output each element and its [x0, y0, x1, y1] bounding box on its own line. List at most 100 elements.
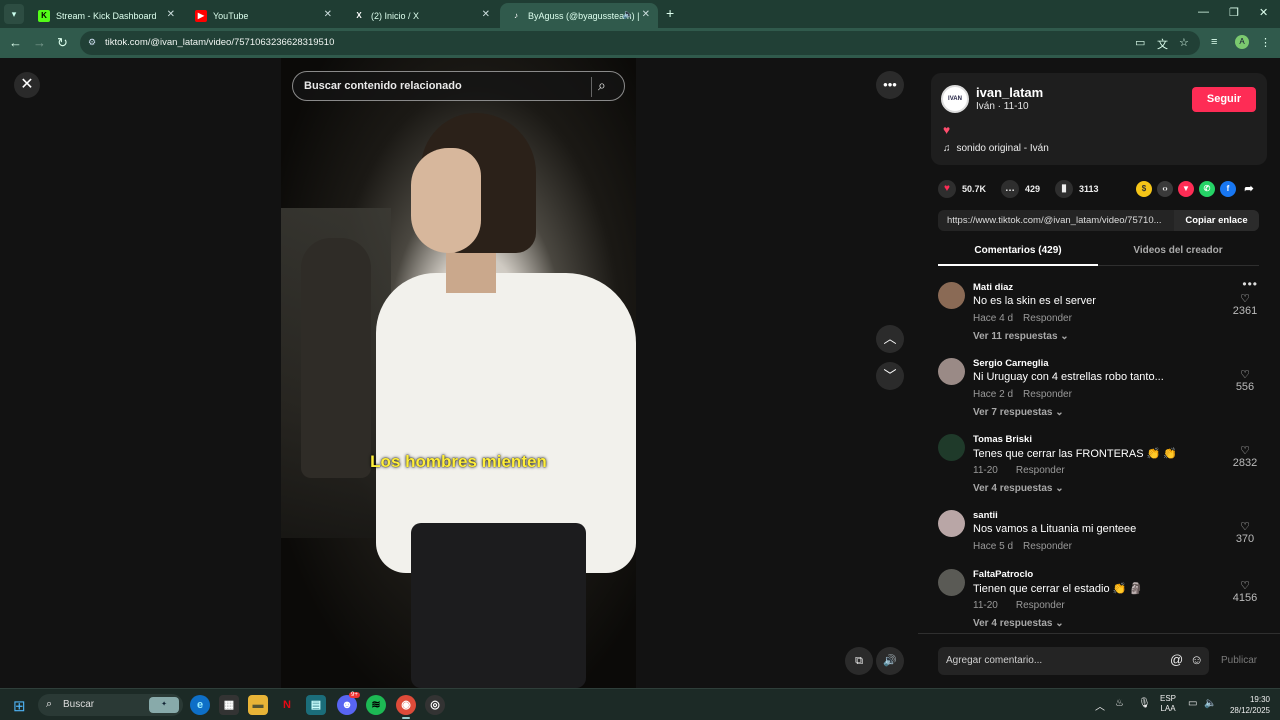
url-text[interactable]: tiktok.com/@ivan_latam/video/75710632366… — [105, 37, 334, 48]
view-replies-link[interactable]: Ver 7 respuestas ⌄ — [973, 407, 1064, 418]
share-icon[interactable]: ➦ — [1241, 181, 1257, 197]
edge-icon[interactable]: e — [190, 695, 210, 715]
volume-icon[interactable]: 🔊 — [876, 647, 904, 675]
author-username[interactable]: ivan_latam — [976, 85, 1043, 100]
comment-input[interactable]: Agregar comentario... @ ☺ — [938, 647, 1209, 675]
commenter-avatar[interactable] — [938, 510, 965, 537]
taskbar-search[interactable]: ⌕ Buscar ✦ — [38, 694, 183, 716]
facebook-icon[interactable]: f — [1220, 181, 1236, 197]
video-link-text[interactable]: https://www.tiktok.com/@ivan_latam/video… — [947, 215, 1162, 226]
close-tab-icon[interactable]: ✕ — [167, 9, 175, 20]
tab-tiktok[interactable]: ♪ ByAguss (@byagussteam) | 🔈 ✕ — [500, 3, 658, 28]
forward-icon[interactable]: → — [33, 35, 46, 50]
reply-link[interactable]: Responder — [1016, 600, 1065, 611]
view-replies-link[interactable]: Ver 4 respuestas ⌄ — [973, 618, 1064, 629]
view-replies-link[interactable]: Ver 11 respuestas ⌄ — [973, 331, 1069, 342]
commenter-name[interactable]: Tomas Briski — [973, 434, 1032, 445]
close-tab-icon[interactable]: ✕ — [482, 9, 490, 20]
tab-search-menu-icon[interactable]: ▾ — [4, 4, 24, 24]
store-icon[interactable]: ▦ — [219, 695, 239, 715]
coin-icon[interactable]: $ — [1136, 181, 1152, 197]
cast-icon[interactable]: ▭ — [1135, 36, 1145, 49]
url-bar[interactable]: ⚙ tiktok.com/@ivan_latam/video/757106323… — [80, 31, 1200, 55]
embed-icon[interactable]: ‹› — [1157, 181, 1173, 197]
more-options-icon[interactable]: ••• — [876, 71, 904, 99]
follow-button[interactable]: Seguir — [1192, 87, 1256, 112]
windows-start-icon[interactable]: ⊞ — [13, 697, 26, 715]
commenter-avatar[interactable] — [938, 434, 965, 461]
network-icon[interactable]: ▭ — [1188, 698, 1197, 709]
whatsapp-icon[interactable]: ✆ — [1199, 181, 1215, 197]
commenter-avatar[interactable] — [938, 282, 965, 309]
steam-icon[interactable]: ♨ — [1115, 698, 1124, 709]
language-indicator[interactable]: ESP LAA — [1160, 694, 1176, 714]
commenter-name[interactable]: FaltaPatroclo — [973, 569, 1033, 580]
github-icon[interactable]: ◎ — [425, 695, 445, 715]
site-info-icon[interactable]: ⚙ — [88, 37, 100, 49]
send-icon[interactable]: ▼ — [1178, 181, 1194, 197]
comment-like-button[interactable]: ♡ 556 — [1230, 368, 1260, 393]
emoji-icon[interactable]: ☺ — [1190, 652, 1203, 667]
file-explorer-icon[interactable]: ▬ — [248, 695, 268, 715]
previous-video-icon[interactable]: ︿ — [876, 325, 904, 353]
tray-chevron-icon[interactable]: ︿ — [1095, 698, 1105, 713]
sound-link[interactable]: ♫ sonido original - Iván — [943, 143, 1049, 154]
comment-button[interactable]: … 429 — [1001, 178, 1040, 200]
speaker-icon[interactable]: 🔈 — [623, 9, 634, 20]
author-avatar[interactable]: IVAN — [941, 85, 969, 113]
bookmark-star-icon[interactable]: ☆ — [1179, 36, 1189, 49]
commenter-name[interactable]: Mati diaz — [973, 282, 1013, 293]
tab-x[interactable]: X (2) Inicio / X ✕ — [343, 3, 498, 28]
comment-like-button[interactable]: ♡ 2832 — [1230, 444, 1260, 469]
floating-player-icon[interactable]: ⧉ — [845, 647, 873, 675]
discord-icon[interactable]: ☻ — [337, 695, 357, 715]
reload-icon[interactable]: ↻ — [57, 35, 68, 51]
save-button[interactable]: ▮ 3113 — [1055, 178, 1099, 200]
close-tab-icon[interactable]: ✕ — [324, 9, 332, 20]
chrome-menu-icon[interactable]: ⋮ — [1260, 36, 1271, 49]
video-player[interactable]: Los hombres mienten — [281, 58, 636, 688]
commenter-avatar[interactable] — [938, 569, 965, 596]
restore-icon[interactable]: ❐ — [1229, 6, 1239, 19]
reply-link[interactable]: Responder — [1023, 541, 1072, 552]
comment-like-button[interactable]: ♡ 2361 — [1230, 292, 1260, 317]
volume-tray-icon[interactable]: 🔈 — [1204, 698, 1216, 709]
comment-like-button[interactable]: ♡ 370 — [1230, 520, 1260, 545]
media-controls-icon[interactable]: ≡ — [1211, 36, 1217, 48]
tab-kick[interactable]: K Stream - Kick Dashboard ✕ — [28, 3, 183, 28]
close-tab-icon[interactable]: ✕ — [642, 9, 650, 20]
tab-comments[interactable]: Comentarios (429) — [938, 238, 1098, 266]
tab-youtube[interactable]: ▶ YouTube ✕ — [185, 3, 340, 28]
spotify-icon[interactable]: ≋ — [366, 695, 386, 715]
close-window-icon[interactable]: ✕ — [1259, 6, 1268, 19]
comment-like-button[interactable]: ♡ 4156 — [1230, 579, 1260, 604]
minimize-icon[interactable]: — — [1198, 6, 1209, 18]
reply-link[interactable]: Responder — [1023, 389, 1072, 400]
tab-title: (2) Inicio / X — [371, 10, 420, 21]
reply-link[interactable]: Responder — [1023, 313, 1072, 324]
publish-button[interactable]: Publicar — [1221, 655, 1257, 666]
reply-link[interactable]: Responder — [1016, 465, 1065, 476]
mention-icon[interactable]: @ — [1170, 652, 1183, 667]
new-tab-icon[interactable]: + — [666, 5, 674, 21]
chrome-icon[interactable]: ◉ — [396, 695, 416, 719]
search-icon[interactable]: ⌕ — [598, 77, 606, 94]
netflix-icon[interactable]: N — [277, 695, 297, 715]
copy-link-button[interactable]: Copiar enlace — [1174, 210, 1259, 231]
translate-icon[interactable]: 文 — [1157, 36, 1168, 52]
commenter-name[interactable]: Sergio Carneglia — [973, 358, 1049, 369]
back-icon[interactable]: ← — [9, 35, 22, 50]
app-icon[interactable]: ▤ — [306, 695, 326, 715]
next-video-icon[interactable]: ﹀ — [876, 362, 904, 390]
system-clock[interactable]: 19:30 28/12/2025 — [1228, 694, 1270, 716]
close-video-button[interactable]: ✕ — [14, 72, 40, 98]
profile-avatar[interactable]: A — [1235, 35, 1249, 49]
comment-more-icon[interactable]: ••• — [1242, 277, 1258, 291]
microphone-icon[interactable]: 🎙 — [1138, 698, 1151, 709]
commenter-name[interactable]: santii — [973, 510, 998, 521]
view-replies-link[interactable]: Ver 4 respuestas ⌄ — [973, 483, 1064, 494]
tab-creator-videos[interactable]: Videos del creador — [1098, 238, 1258, 266]
commenter-avatar[interactable] — [938, 358, 965, 385]
related-search-input[interactable]: Buscar contenido relacionado ⌕ — [292, 71, 625, 101]
like-button[interactable]: ♥ 50.7K — [938, 178, 986, 200]
